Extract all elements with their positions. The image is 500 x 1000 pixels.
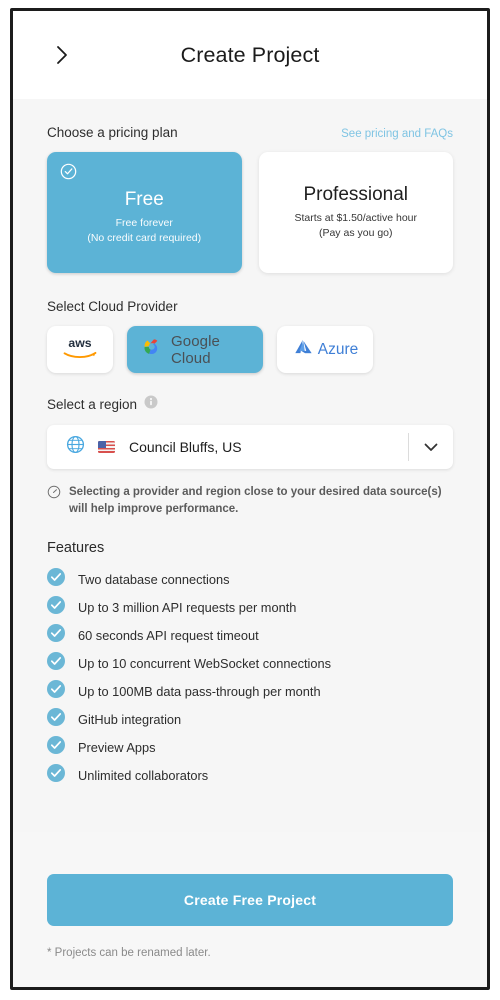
region-note-text: Selecting a provider and region close to… (69, 486, 442, 515)
azure-logo-icon (292, 337, 315, 362)
region-note: Selecting a provider and region close to… (47, 484, 453, 518)
check-circle-filled-icon (47, 763, 65, 787)
check-circle-filled-icon (47, 567, 65, 591)
pricing-header: Choose a pricing plan See pricing and FA… (47, 99, 453, 140)
create-free-project-button[interactable]: Create Free Project (47, 874, 453, 926)
page-title: Create Project (180, 42, 320, 67)
feature-item: Up to 3 million API requests per month (47, 593, 453, 621)
check-circle-filled-icon (47, 679, 65, 703)
svg-text:aws: aws (68, 336, 91, 350)
feature-label: Preview Apps (78, 739, 156, 755)
globe-icon (66, 435, 85, 459)
feature-item: Unlimited collaborators (47, 761, 453, 789)
feature-label: Up to 3 million API requests per month (78, 599, 297, 615)
feature-item: 60 seconds API request timeout (47, 621, 453, 649)
footnote: * Projects can be renamed later. (47, 947, 211, 959)
page-body: Choose a pricing plan See pricing and FA… (13, 99, 487, 832)
plan-card-free[interactable]: Free Free forever (No credit card requir… (47, 152, 242, 273)
provider-option-aws[interactable]: aws (47, 326, 113, 373)
check-circle-filled-icon (47, 735, 65, 759)
us-flag-icon (98, 441, 115, 453)
feature-item: GitHub integration (47, 705, 453, 733)
plan-subtitle: Starts at $1.50/active hour (Pay as you … (294, 211, 417, 241)
check-circle-filled-icon (47, 623, 65, 647)
plan-sub-line-2: (Pay as you go) (318, 227, 393, 239)
pricing-label: Choose a pricing plan (47, 125, 178, 140)
plan-sub-line-2: (No credit card required) (87, 232, 202, 244)
provider-option-azure[interactable]: Azure (277, 326, 373, 373)
check-circle-icon (60, 163, 77, 185)
feature-item: Preview Apps (47, 733, 453, 761)
provider-label: Select Cloud Provider (47, 299, 178, 314)
plan-options: Free Free forever (No credit card requir… (47, 152, 453, 273)
check-circle-filled-icon (47, 651, 65, 675)
check-circle-filled-icon (47, 595, 65, 619)
provider-option-gcp[interactable]: Google Cloud (127, 326, 263, 373)
features-list: Two database connections Up to 3 million… (47, 565, 453, 789)
feature-label: Two database connections (78, 571, 230, 587)
google-cloud-logo-icon (141, 337, 163, 362)
feature-label: Unlimited collaborators (78, 767, 209, 783)
feature-label: Up to 10 concurrent WebSocket connection… (78, 655, 332, 671)
plan-card-professional[interactable]: Professional Starts at $1.50/active hour… (258, 152, 453, 273)
chevron-right-icon (56, 45, 69, 65)
back-button[interactable] (47, 40, 77, 70)
provider-options: aws Google Cloud Azure (47, 326, 453, 373)
features-title: Features (47, 540, 105, 556)
provider-header: Select Cloud Provider (47, 273, 453, 314)
see-pricing-faqs-link[interactable]: See pricing and FAQs (341, 128, 453, 140)
feature-item: Up to 10 concurrent WebSocket connection… (47, 649, 453, 677)
chevron-down-icon[interactable] (409, 443, 453, 452)
plan-name: Free (124, 189, 164, 210)
plan-name: Professional (303, 184, 409, 205)
aws-logo-icon: aws (60, 334, 100, 365)
region-header: Select a region (47, 373, 453, 414)
page-footer: Create Free Project * Projects can be re… (13, 874, 487, 987)
info-icon[interactable] (144, 395, 158, 414)
provider-label-gcp: Google Cloud (171, 332, 220, 367)
feature-item: Two database connections (47, 565, 453, 593)
plan-subtitle: Free forever (No credit card required) (87, 216, 201, 246)
speedometer-icon (47, 485, 61, 518)
plan-sub-line-1: Free forever (115, 217, 173, 229)
feature-item: Up to 100MB data pass-through per month (47, 677, 453, 705)
check-circle-filled-icon (47, 707, 65, 731)
app-header: Create Project (13, 11, 487, 99)
screenshot-frame: Create Project Choose a pricing plan See… (0, 0, 500, 1000)
app-window: Create Project Choose a pricing plan See… (10, 8, 490, 990)
region-value: Council Bluffs, US (129, 439, 242, 455)
feature-label: 60 seconds API request timeout (78, 627, 259, 643)
feature-label: Up to 100MB data pass-through per month (78, 683, 321, 699)
plan-sub-line-1: Starts at $1.50/active hour (294, 212, 418, 224)
region-select[interactable]: Council Bluffs, US (47, 425, 453, 469)
region-label: Select a region (47, 397, 138, 412)
feature-label: GitHub integration (78, 711, 182, 727)
provider-label-azure: Azure (317, 340, 359, 358)
